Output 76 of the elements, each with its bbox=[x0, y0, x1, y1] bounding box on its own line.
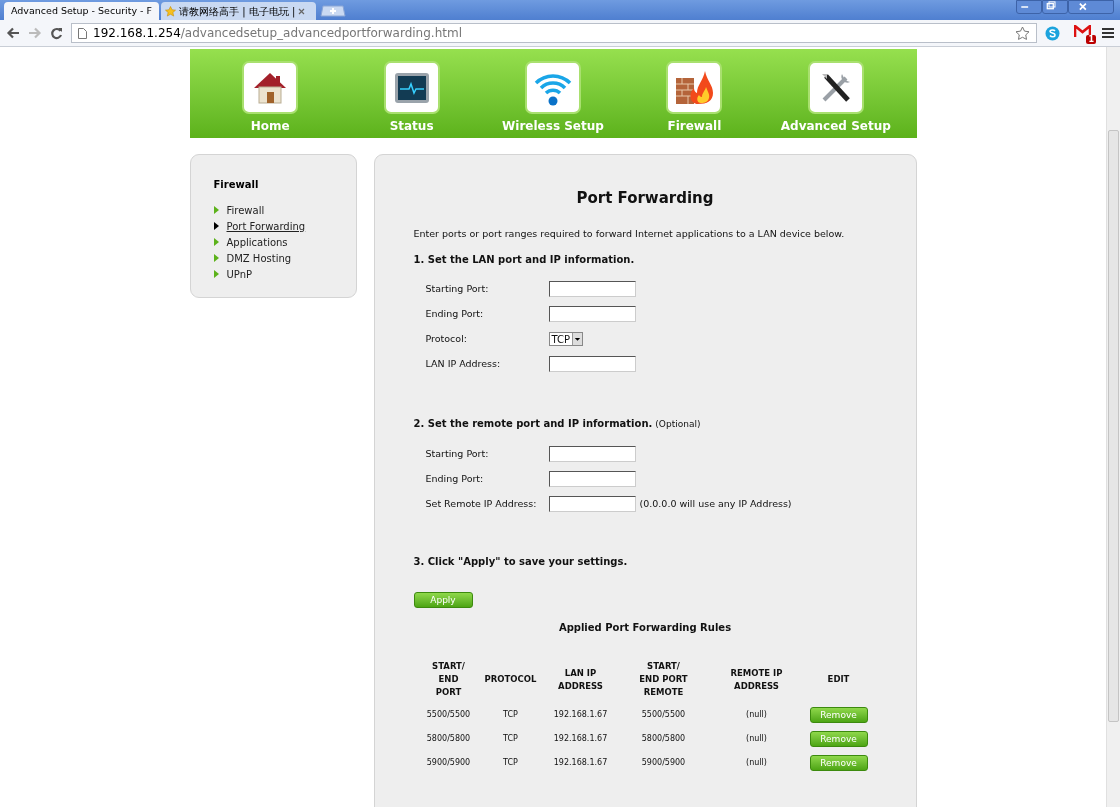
scrollbar-thumb[interactable] bbox=[1108, 130, 1119, 722]
field-label: Starting Port: bbox=[425, 446, 490, 461]
new-tab-icon[interactable] bbox=[320, 5, 346, 17]
minimize-icon[interactable] bbox=[1016, 0, 1042, 14]
table-cell: TCP bbox=[503, 757, 518, 770]
star-icon[interactable] bbox=[1015, 25, 1030, 41]
field-label: Starting Port: bbox=[425, 282, 490, 297]
field-hint: (0.0.0.0 will use any IP Address) bbox=[639, 496, 792, 511]
input-field[interactable] bbox=[548, 470, 636, 487]
close-icon[interactable] bbox=[1068, 0, 1114, 14]
table-cell: 5800/5800 bbox=[426, 733, 471, 746]
tab-title: 请教网络高手 | 电子电玩 | bbox=[179, 4, 296, 19]
sidebar-link[interactable]: DMZ Hosting bbox=[226, 250, 292, 266]
section-heading: 1. Set the LAN port and IP information. bbox=[413, 252, 636, 267]
protocol-select[interactable]: TCP bbox=[548, 332, 584, 347]
input-field[interactable] bbox=[548, 445, 636, 462]
nav-tile[interactable] bbox=[807, 61, 864, 114]
table-cell: TCP bbox=[503, 709, 518, 722]
restore-icon[interactable] bbox=[1042, 0, 1068, 14]
sidebar-link[interactable]: UPnP bbox=[226, 266, 253, 282]
reload-icon[interactable] bbox=[50, 26, 63, 40]
table-cell: 5800/5800 bbox=[641, 733, 686, 746]
table-cell: (null) bbox=[746, 733, 767, 746]
table-cell: 5500/5500 bbox=[641, 709, 686, 722]
dropdown-caret-icon[interactable] bbox=[572, 333, 583, 346]
mail-icon[interactable] bbox=[1074, 25, 1091, 38]
skype-icon[interactable] bbox=[1045, 25, 1060, 41]
table-cell: (null) bbox=[746, 709, 767, 722]
input-field[interactable] bbox=[548, 356, 636, 373]
unread-badge: 1 bbox=[1086, 35, 1096, 44]
sidebar-link[interactable]: Firewall bbox=[226, 202, 265, 218]
star-icon bbox=[165, 5, 176, 17]
field-label: Ending Port: bbox=[425, 471, 485, 486]
table-cell: 5900/5900 bbox=[426, 757, 471, 770]
sidebar-title: Firewall bbox=[213, 178, 260, 192]
field-label: Ending Port: bbox=[425, 307, 485, 322]
nav-tile[interactable] bbox=[242, 61, 299, 114]
input-field[interactable] bbox=[548, 281, 636, 298]
section-heading: 3. Click "Apply" to save your settings. bbox=[413, 555, 629, 570]
table-cell: 192.168.1.67 bbox=[553, 733, 608, 746]
address-bar[interactable]: 192.168.1.254/advancedsetup_advancedportforwarding.html bbox=[71, 23, 1037, 43]
page-title: Port Forwarding bbox=[575, 188, 715, 209]
menu-icon[interactable] bbox=[1102, 27, 1114, 39]
column-header: START/ END PORT bbox=[431, 660, 466, 700]
intro-text: Enter ports or port ranges required to forward Internet applications to a LAN device below. bbox=[413, 226, 846, 241]
table-cell: (null) bbox=[746, 757, 767, 770]
column-header: PROTOCOL bbox=[483, 673, 538, 687]
input-field[interactable] bbox=[548, 495, 636, 512]
table-cell: 192.168.1.67 bbox=[553, 757, 608, 770]
column-header: REMOTE IP ADDRESS bbox=[729, 666, 784, 693]
browser-tab[interactable]: 请教网络高手 | 电子电玩 | bbox=[161, 2, 316, 20]
browser-tab[interactable]: Advanced Setup - Security - F bbox=[4, 2, 159, 20]
url-text: 192.168.1.254/advancedsetup_advancedportforwarding.html bbox=[93, 25, 463, 42]
table-cell: TCP bbox=[503, 733, 518, 746]
nav-tile[interactable] bbox=[666, 61, 723, 114]
field-label: Protocol: bbox=[425, 332, 468, 347]
back-icon[interactable] bbox=[6, 27, 20, 39]
field-label: LAN IP Address: bbox=[425, 357, 502, 372]
optional-note: (Optional) bbox=[655, 417, 701, 431]
table-cell: 5500/5500 bbox=[426, 709, 471, 722]
table-title: Applied Port Forwarding Rules bbox=[557, 621, 733, 636]
close-icon[interactable] bbox=[298, 7, 306, 15]
nav-tile[interactable] bbox=[525, 61, 581, 114]
input-field[interactable] bbox=[548, 306, 636, 323]
section-heading: 2. Set the remote port and IP information. bbox=[413, 416, 653, 431]
table-cell: 5900/5900 bbox=[641, 757, 686, 770]
table-cell: 192.168.1.67 bbox=[553, 709, 608, 722]
page-icon bbox=[78, 27, 87, 39]
nav-tile[interactable] bbox=[383, 61, 440, 114]
tab-title: Advanced Setup - Security - F bbox=[11, 3, 152, 18]
column-header: LAN IP ADDRESS bbox=[557, 666, 604, 693]
column-header: EDIT bbox=[826, 673, 851, 687]
sidebar-link[interactable]: Applications bbox=[226, 234, 288, 250]
field-label: Set Remote IP Address: bbox=[425, 496, 538, 511]
sidebar-link[interactable]: Port Forwarding bbox=[226, 218, 306, 234]
column-header: START/ END PORT REMOTE bbox=[638, 660, 689, 700]
